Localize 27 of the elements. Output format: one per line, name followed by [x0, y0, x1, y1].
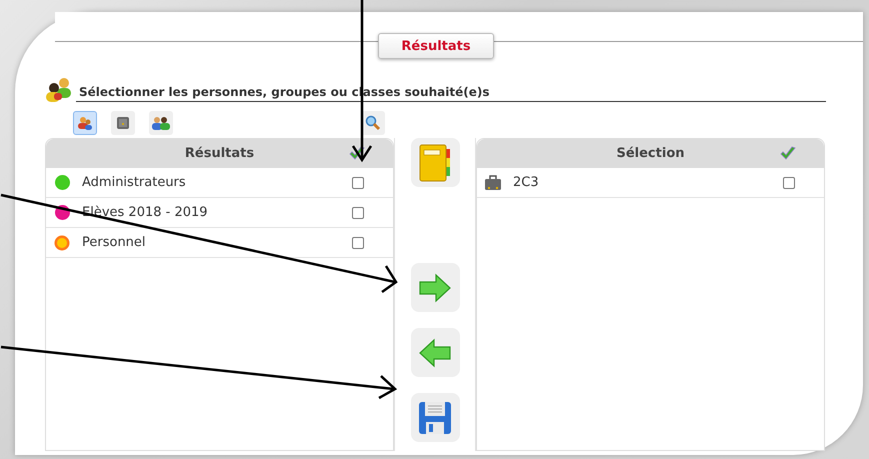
panel-title: Résultats	[184, 146, 254, 161]
filter-button[interactable]	[149, 111, 173, 135]
save-icon	[418, 400, 452, 434]
checkbox[interactable]	[352, 176, 364, 188]
check-all-icon[interactable]	[349, 146, 365, 160]
people-icon	[77, 116, 93, 130]
checkbox[interactable]	[352, 206, 364, 218]
add-button[interactable]	[410, 263, 460, 312]
left-arrow-icon	[418, 338, 452, 368]
people-icon	[45, 76, 73, 102]
search-icon	[365, 115, 381, 131]
check-all-icon[interactable]	[780, 146, 796, 160]
list-item-label[interactable]: Personnel	[82, 235, 352, 250]
checkbox[interactable]	[352, 236, 364, 248]
filter-button[interactable]	[111, 111, 135, 135]
results-tab[interactable]: Résultats	[378, 33, 494, 59]
remove-button[interactable]	[410, 328, 460, 377]
list-item-label[interactable]: Administrateurs	[82, 175, 352, 190]
right-arrow-icon	[418, 272, 452, 302]
group-icon	[152, 116, 170, 130]
list-item-label[interactable]: 2C3	[513, 175, 783, 190]
notebook-icon	[417, 142, 453, 182]
notebook-button[interactable]	[410, 138, 460, 187]
checkbox[interactable]	[783, 176, 795, 188]
sun-icon	[54, 234, 70, 250]
panel-title: Sélection	[616, 146, 684, 161]
save-button[interactable]	[410, 393, 460, 442]
